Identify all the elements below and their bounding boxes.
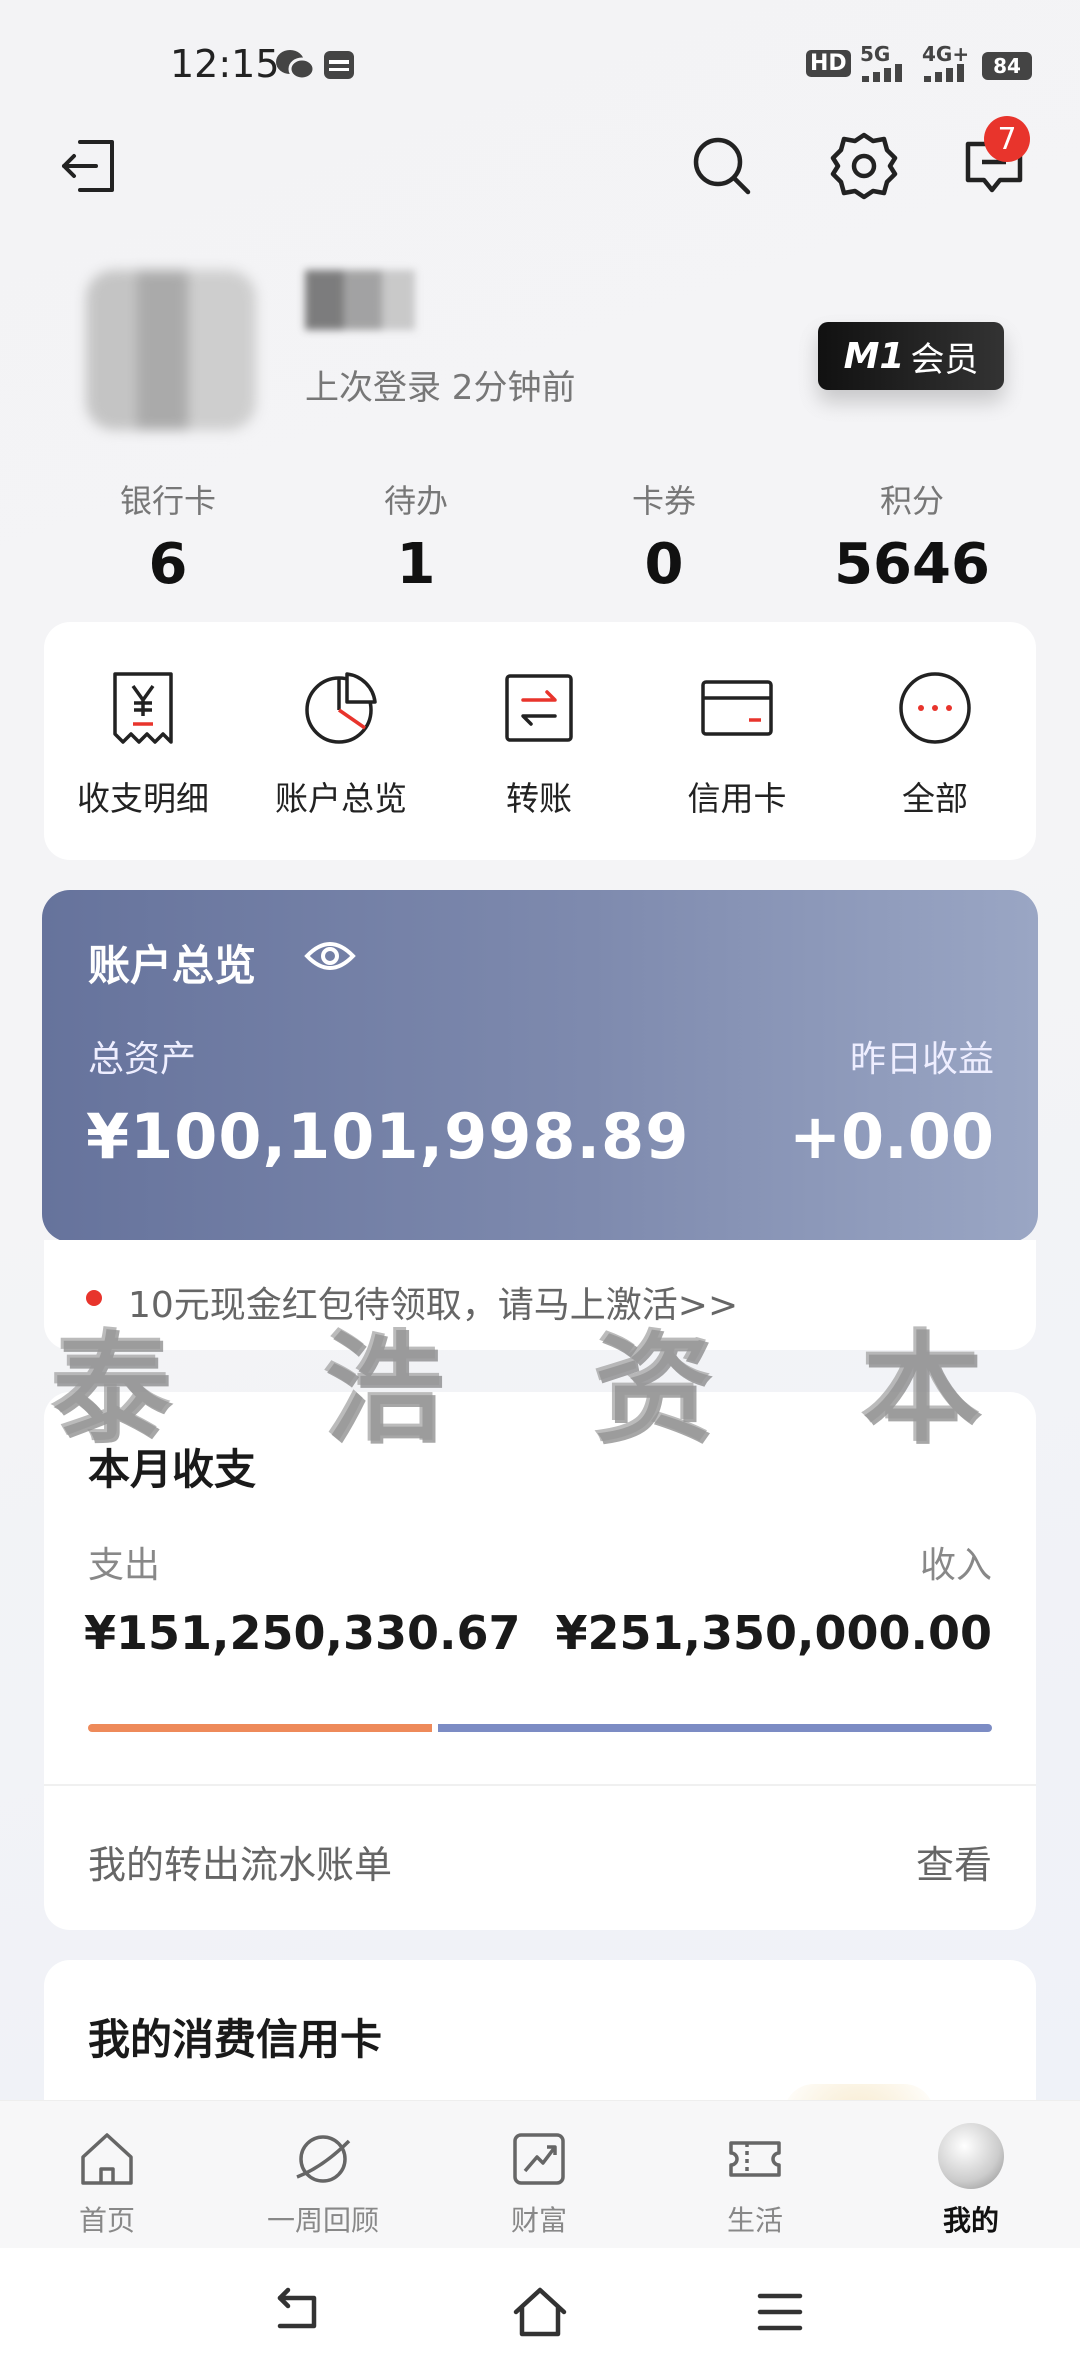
wallet-icon — [322, 48, 356, 86]
expense-bar — [88, 1724, 432, 1732]
receipt-icon — [113, 672, 173, 744]
home-button[interactable] — [510, 2284, 570, 2344]
avatar[interactable] — [86, 270, 256, 430]
nav-life[interactable]: 生活 — [680, 2129, 830, 2239]
quick-menu-credit-card[interactable]: 信用卡 — [647, 670, 827, 820]
nav-label: 一周回顾 — [266, 2204, 379, 2237]
quick-menu-account-overview[interactable]: 账户总览 — [251, 670, 431, 820]
quick-menu-card: 收支明细 账户总览 转账 信用卡 全部 — [44, 622, 1036, 860]
battery-level: 84 — [993, 54, 1021, 78]
nav-label: 我的 — [942, 2204, 999, 2237]
logout-icon — [62, 140, 114, 192]
stat-coupons[interactable]: 卡券 0 — [564, 476, 764, 597]
overview-title: 账户总览 — [88, 941, 257, 990]
nav-home[interactable]: 首页 — [32, 2129, 182, 2239]
back-icon — [277, 2287, 317, 2329]
status-time: 12:15 — [170, 42, 280, 86]
stat-value: 5646 — [834, 532, 990, 597]
stat-points[interactable]: 积分 5646 — [812, 476, 1012, 597]
search-icon — [693, 137, 751, 195]
home-icon — [81, 2133, 133, 2185]
gear-icon — [830, 132, 898, 200]
system-nav-bar — [0, 2248, 1080, 2376]
nav-wealth[interactable]: 财富 — [464, 2129, 614, 2239]
stat-bank-cards[interactable]: 银行卡 6 — [68, 476, 268, 597]
recents-button[interactable] — [752, 2284, 808, 2344]
expense-value: ¥151,250,330.67 — [84, 1606, 521, 1660]
member-label: 会员 — [910, 339, 979, 380]
quick-menu-label: 收支明细 — [77, 779, 209, 818]
watermark-char: 资 — [592, 1317, 712, 1458]
account-overview-card[interactable]: 账户总览 总资产 ¥100,101,998.89 昨日收益 +0.00 — [42, 890, 1038, 1242]
total-assets-label: 总资产 — [88, 1039, 197, 1080]
notification-count: 7 — [997, 121, 1017, 157]
ticket-icon — [729, 2141, 781, 2177]
avatar — [938, 2123, 1004, 2189]
hd-icon: HD — [806, 50, 851, 77]
quick-menu-transfer[interactable]: 转账 — [449, 670, 629, 820]
back-button[interactable] — [270, 2284, 326, 2344]
quick-menu-label: 账户总览 — [275, 779, 407, 818]
settings-button[interactable] — [824, 126, 904, 206]
total-assets-value: ¥100,101,998.89 — [86, 1100, 690, 1173]
view-link[interactable]: 查看 — [916, 1834, 992, 1889]
stat-label: 积分 — [879, 482, 944, 520]
quick-menu-label: 信用卡 — [687, 779, 787, 818]
last-login-text: 上次登录 2分钟前 — [305, 368, 576, 408]
watermark-char: 泰 — [50, 1317, 170, 1458]
quick-menu-all[interactable]: 全部 — [845, 670, 1025, 820]
nav-weekly-review[interactable]: 一周回顾 — [248, 2129, 398, 2239]
stat-label: 银行卡 — [119, 482, 216, 520]
stat-label: 卡券 — [631, 482, 696, 520]
menu-icon — [757, 2293, 803, 2331]
income-value: ¥251,350,000.00 — [555, 1606, 992, 1660]
nav-label: 生活 — [726, 2204, 783, 2237]
stat-todo[interactable]: 待办 1 — [316, 476, 516, 597]
planet-icon — [296, 2135, 351, 2183]
stat-value: 6 — [148, 532, 188, 597]
nav-label: 财富 — [510, 2204, 567, 2237]
logout-button[interactable] — [48, 126, 128, 206]
member-level: M1 — [843, 335, 905, 377]
watermark-char: 本 — [860, 1317, 980, 1458]
stat-value: 1 — [396, 532, 436, 597]
wealth-chart-icon — [513, 2133, 565, 2185]
home-icon — [513, 2287, 567, 2337]
search-button[interactable] — [682, 126, 762, 206]
wechat-icon — [275, 48, 316, 86]
quick-menu-label: 全部 — [902, 779, 968, 818]
ledger-label: 我的转出流水账单 — [88, 1843, 393, 1887]
monthly-summary-card: 本月收支 支出 收入 ¥151,250,330.67 ¥251,350,000.… — [44, 1392, 1036, 1930]
quick-menu-label: 转账 — [506, 779, 572, 818]
battery-icon: 84 — [982, 52, 1032, 80]
nav-me[interactable]: 我的 — [896, 2123, 1046, 2239]
user-name-blurred — [305, 270, 415, 330]
expense-label: 支出 — [88, 1545, 161, 1586]
transfer-icon — [505, 674, 573, 742]
signal-5g-icon — [862, 60, 912, 86]
status-bar: 12:15 HD 5G 4G+ 84 — [0, 0, 1080, 130]
bottom-nav: 首页 一周回顾 财富 生活 我的 — [0, 2100, 1080, 2248]
nav-label: 首页 — [78, 2204, 135, 2237]
more-icon — [899, 672, 971, 744]
credit-section-title: 我的消费信用卡 — [88, 2015, 383, 2064]
signal-4g-icon — [924, 60, 974, 86]
yesterday-earnings-value: +0.00 — [789, 1100, 994, 1173]
eye-icon[interactable] — [304, 938, 356, 978]
member-badge[interactable]: M1 会员 — [818, 322, 1004, 390]
yesterday-earnings-label: 昨日收益 — [849, 1039, 994, 1080]
stat-label: 待办 — [383, 482, 448, 520]
income-label: 收入 — [919, 1545, 992, 1586]
quick-menu-income-expense-detail[interactable]: 收支明细 — [53, 670, 233, 820]
pie-chart-icon — [305, 672, 377, 744]
notification-badge: 7 — [984, 116, 1030, 162]
stat-value: 0 — [644, 532, 684, 597]
transfer-ledger-row[interactable]: 我的转出流水账单 查看 — [44, 1786, 1036, 1930]
watermark-char: 浩 — [322, 1317, 442, 1458]
credit-card-icon — [701, 680, 773, 736]
income-bar — [438, 1724, 992, 1732]
income-expense-ratio-bar — [88, 1724, 992, 1732]
